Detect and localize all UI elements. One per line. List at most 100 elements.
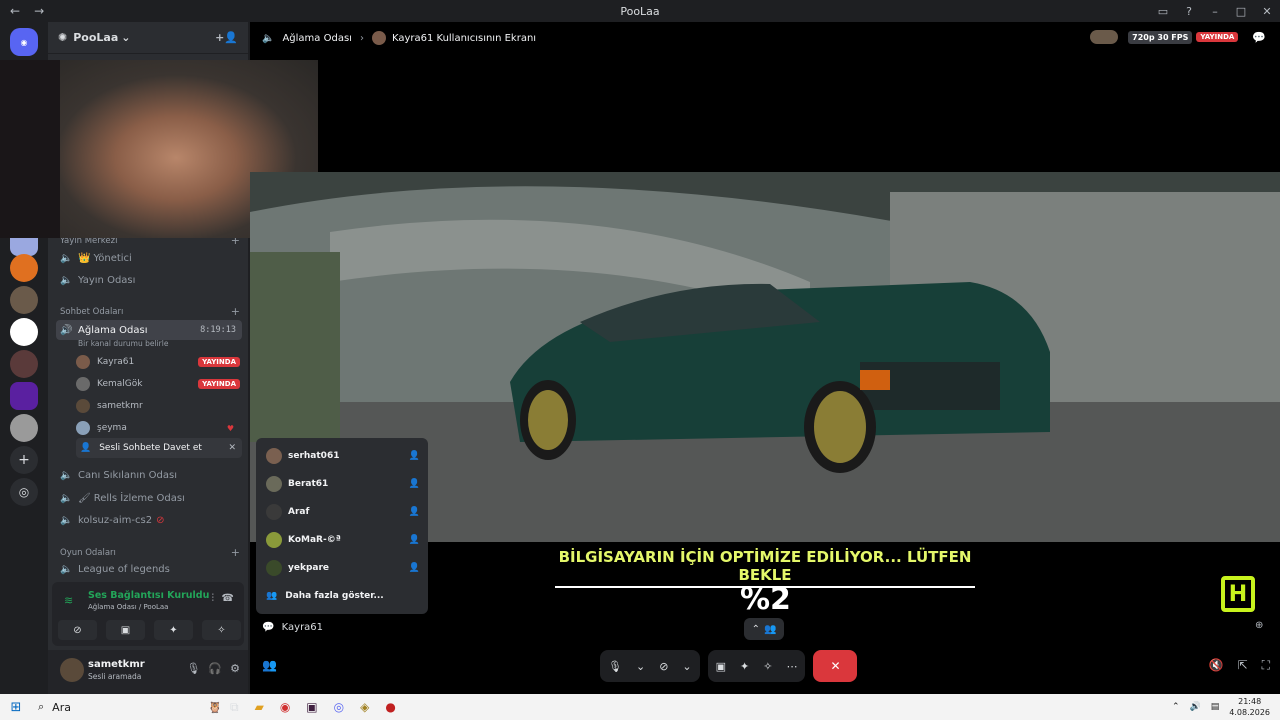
server-icon[interactable] bbox=[10, 318, 38, 346]
show-more-button[interactable]: 👥 Daha fazla göster... bbox=[266, 585, 420, 607]
fullscreen-icon[interactable]: ⛶ bbox=[1262, 658, 1270, 673]
camera-off-button[interactable]: ⊘ bbox=[58, 620, 97, 640]
help-icon[interactable]: ? bbox=[1176, 5, 1202, 18]
channel-status[interactable]: Bir kanal durumu belirle bbox=[78, 339, 168, 348]
channel-lol[interactable]: 🔈 League of legends bbox=[56, 559, 242, 579]
channel-kolsuz[interactable]: 🔈 kolsuz-aim-cs2 ⊘ bbox=[56, 510, 242, 530]
activities-icon[interactable]: ✦ bbox=[740, 660, 749, 673]
more-icon[interactable]: ⋯ bbox=[786, 660, 797, 673]
league-icon[interactable]: ◈ bbox=[360, 700, 369, 715]
channel-rells[interactable]: 🔈 🖌 Rells İzleme Odası bbox=[56, 488, 242, 508]
soundboard-icon[interactable]: ✧ bbox=[763, 660, 772, 673]
network-icon[interactable]: ▤ bbox=[1211, 702, 1220, 712]
add-user-icon[interactable]: 👤 bbox=[409, 507, 420, 517]
leave-call-button[interactable]: ✕ bbox=[813, 650, 858, 682]
app-icon[interactable]: ● bbox=[385, 700, 395, 715]
voice-user[interactable]: sametkmr bbox=[76, 396, 240, 416]
add-user-icon[interactable]: 👤 bbox=[409, 451, 420, 461]
voice-action-buttons: ⊘ ▣ ✦ ✧ bbox=[58, 620, 241, 640]
server-icon[interactable] bbox=[10, 254, 38, 282]
voice-user[interactable]: şeyma ♥ bbox=[76, 418, 240, 438]
invite-user-row[interactable]: Berat61 👤 bbox=[266, 473, 420, 495]
app-icon[interactable]: ▣ bbox=[306, 700, 317, 715]
category-sohbet-odalari[interactable]: Sohbet Odaları + bbox=[60, 305, 240, 318]
noise-suppression-icon[interactable]: ⫶ bbox=[212, 593, 215, 604]
avatar bbox=[266, 476, 282, 492]
forward-arrow-icon[interactable]: → bbox=[34, 4, 44, 18]
invite-user-row[interactable]: serhat061 👤 bbox=[266, 445, 420, 467]
server-icon[interactable] bbox=[10, 286, 38, 314]
screen-share-button[interactable]: ▣ bbox=[106, 620, 145, 640]
inbox-icon[interactable]: ▭ bbox=[1150, 5, 1176, 18]
window-title: PooLaa bbox=[620, 4, 660, 18]
minimize-button[interactable]: – bbox=[1202, 5, 1228, 18]
screen-share-icon[interactable]: ▣ bbox=[716, 660, 726, 673]
server-icon[interactable] bbox=[10, 350, 38, 378]
category-oyun-odalari[interactable]: Oyun Odaları + bbox=[60, 546, 240, 559]
discord-icon[interactable]: ◎ bbox=[334, 700, 344, 715]
channel-cani-sikilanin[interactable]: 🔈 Canı Sıkılanın Odası bbox=[56, 465, 242, 485]
microphone-icon[interactable]: 🎙 bbox=[608, 660, 622, 673]
clock[interactable]: 21:48 4.08.2026 bbox=[1229, 696, 1270, 718]
pop-out-icon[interactable]: ⇱ bbox=[1238, 658, 1248, 673]
user-controls: 🎙 🎧 ⚙ bbox=[186, 662, 240, 675]
guild-header[interactable]: ✺ PooLaa ⌄ +👤 bbox=[48, 22, 248, 54]
chevron-down-icon[interactable]: ⌄ bbox=[682, 660, 691, 673]
close-button[interactable]: ✕ bbox=[1254, 5, 1280, 18]
camera-off-icon[interactable]: ⊘ bbox=[659, 660, 668, 673]
add-user-icon[interactable]: 👤 bbox=[409, 535, 420, 545]
disconnect-icon[interactable]: ☎ bbox=[222, 593, 234, 604]
chevron-down-icon[interactable]: ⌄ bbox=[636, 660, 645, 673]
avatar bbox=[266, 504, 282, 520]
invite-user-row[interactable]: KoMaR-©ª 👤 bbox=[266, 529, 420, 551]
chrome-icon[interactable]: ◉ bbox=[280, 700, 290, 715]
headphones-icon[interactable]: 🎧 bbox=[208, 662, 222, 675]
microphone-icon[interactable]: 🎙 bbox=[186, 662, 200, 675]
close-icon[interactable]: ✕ bbox=[228, 443, 236, 453]
voice-user[interactable]: Kayra61 YAYINDA bbox=[76, 352, 240, 372]
channel-aglama-odasi[interactable]: 🔊 Ağlama Odası 8:19:13 bbox=[56, 320, 242, 340]
activities-button[interactable]: ✦ bbox=[154, 620, 193, 640]
soundboard-button[interactable]: ✧ bbox=[202, 620, 241, 640]
voice-status[interactable]: Ses Bağlantısı Kuruldu bbox=[88, 590, 209, 601]
crown-icon: 👑 bbox=[78, 252, 91, 264]
add-channel-icon[interactable]: + bbox=[231, 546, 240, 559]
server-icon[interactable] bbox=[10, 414, 38, 442]
zoom-icon[interactable]: ⊕ bbox=[1255, 620, 1263, 631]
avatar bbox=[76, 355, 90, 369]
invite-user-row[interactable]: yekpare 👤 bbox=[266, 557, 420, 579]
invite-user-row[interactable]: Araf 👤 bbox=[266, 501, 420, 523]
channel-yayin-odasi[interactable]: 🔈 Yayın Odası bbox=[56, 270, 242, 290]
username[interactable]: sametkmr bbox=[88, 659, 145, 670]
task-view-icon[interactable]: ⧉ bbox=[230, 700, 239, 715]
channel-yonetici[interactable]: 🔈 👑 Yönetici bbox=[56, 248, 242, 268]
invite-popup: serhat061 👤 Berat61 👤 Araf 👤 KoMaR-©ª 👤 … bbox=[256, 438, 428, 614]
speaker-icon[interactable]: 🔊 bbox=[1190, 702, 1201, 712]
server-icon[interactable] bbox=[10, 382, 38, 410]
viewer-avatars[interactable] bbox=[1090, 30, 1119, 44]
nav-buttons: ← → bbox=[0, 4, 44, 18]
add-channel-icon[interactable]: + bbox=[231, 305, 240, 318]
chevron-up-icon[interactable]: ⌃ bbox=[1172, 702, 1180, 712]
add-people-icon[interactable]: 👥 bbox=[262, 658, 277, 672]
avatar[interactable] bbox=[60, 658, 84, 682]
add-user-icon[interactable]: 👤 bbox=[409, 563, 420, 573]
windows-start-icon[interactable]: ⊞ bbox=[0, 700, 32, 715]
back-arrow-icon[interactable]: ← bbox=[10, 4, 20, 18]
add-user-icon[interactable]: 👤 bbox=[409, 479, 420, 489]
taskbar-search[interactable]: ⌕ Ara 🦉 bbox=[32, 700, 222, 714]
add-people-icon[interactable]: +👤 bbox=[215, 31, 238, 44]
volume-mute-icon[interactable]: 🔇 bbox=[1209, 658, 1224, 673]
voice-user[interactable]: KemalGök YAYINDA bbox=[76, 374, 240, 394]
add-server-icon[interactable]: + bbox=[10, 446, 38, 474]
discord-home-icon[interactable]: ◉ bbox=[10, 28, 38, 56]
call-controls: 🎙 ⌄ ⊘ ⌄ ▣ ✦ ✧ ⋯ ✕ bbox=[600, 650, 858, 682]
chat-icon[interactable]: 💬 bbox=[1252, 31, 1266, 44]
file-explorer-icon[interactable]: ▰ bbox=[255, 700, 264, 715]
explore-icon[interactable]: ◎ bbox=[10, 478, 38, 506]
invite-to-voice-button[interactable]: 👤 Sesli Sohbete Davet et ✕ bbox=[76, 438, 242, 458]
chat-icon: 💬 bbox=[262, 622, 275, 633]
maximize-button[interactable]: □ bbox=[1228, 5, 1254, 18]
participants-expander[interactable]: ⌃ 👥 bbox=[744, 618, 784, 640]
gear-icon[interactable]: ⚙ bbox=[230, 662, 240, 675]
